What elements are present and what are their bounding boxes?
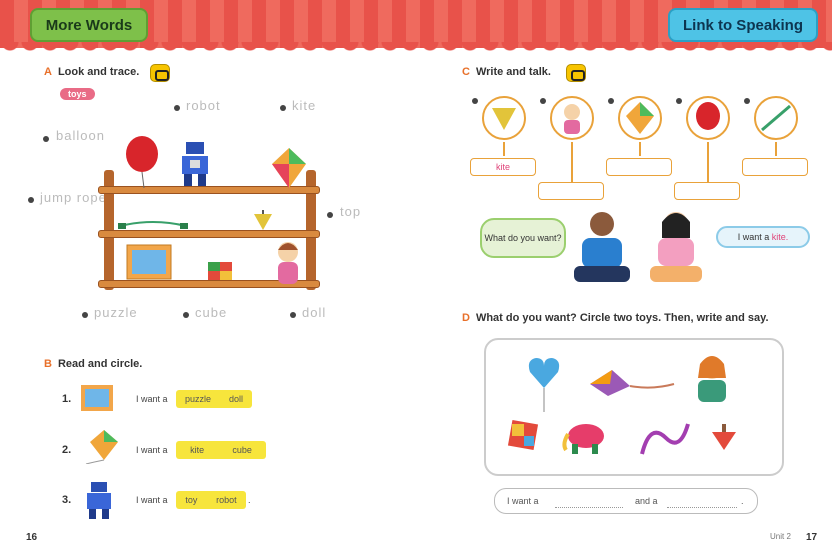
audio-icon[interactable] bbox=[566, 64, 586, 82]
cube-icon bbox=[208, 262, 232, 280]
bullet-dot bbox=[608, 98, 614, 104]
choice-option[interactable]: toy bbox=[185, 495, 197, 505]
connector-line bbox=[707, 142, 709, 182]
kite-icon bbox=[272, 148, 306, 188]
doll-picture bbox=[550, 96, 594, 140]
choice-option[interactable]: kite bbox=[190, 445, 204, 455]
trace-word-cube: cube bbox=[195, 305, 228, 320]
toy-elephant-icon[interactable] bbox=[562, 418, 608, 456]
bullet-dot bbox=[290, 312, 296, 318]
bullet-dot bbox=[744, 98, 750, 104]
page-number-left: 16 bbox=[26, 532, 38, 543]
write-line[interactable]: I want a and a . bbox=[494, 488, 758, 514]
choice-pair: toy robot bbox=[176, 491, 246, 509]
answer-box-5[interactable] bbox=[742, 158, 808, 176]
item-number: 3. bbox=[62, 494, 72, 506]
boy-illustration bbox=[574, 212, 630, 282]
sentence-start: I want a bbox=[136, 495, 168, 505]
puzzle-icon bbox=[126, 244, 172, 280]
toy-choice-panel bbox=[484, 338, 784, 476]
sentence-end: . bbox=[248, 495, 251, 505]
connector-line bbox=[503, 142, 505, 156]
audio-icon[interactable] bbox=[150, 64, 170, 82]
trace-word-puzzle: puzzle bbox=[94, 305, 138, 320]
bullet-dot bbox=[43, 136, 49, 142]
choice-option[interactable]: puzzle bbox=[185, 394, 211, 404]
trace-word-robot: robot bbox=[186, 98, 221, 113]
balloon-picture bbox=[686, 96, 730, 140]
bullet-dot bbox=[28, 197, 34, 203]
bullet-dot bbox=[82, 312, 88, 318]
answer-box-1[interactable]: kite bbox=[470, 158, 536, 176]
bullet-dot bbox=[280, 105, 286, 111]
section-a-heading: A Look and trace. bbox=[44, 66, 140, 78]
trace-word-doll: doll bbox=[302, 305, 327, 320]
answer-box-4[interactable] bbox=[674, 182, 740, 200]
kite-icon bbox=[85, 430, 118, 464]
section-d-heading: D What do you want? Circle two toys. Then… bbox=[462, 312, 769, 324]
choice-option[interactable]: cube bbox=[232, 445, 252, 455]
trace-word-balloon: balloon bbox=[56, 128, 105, 143]
bullet-dot bbox=[540, 98, 546, 104]
toys-pill: toys bbox=[60, 88, 95, 100]
top-icon bbox=[254, 210, 272, 230]
sentence-start: I want a bbox=[136, 394, 168, 404]
trace-word-top: top bbox=[340, 204, 362, 219]
trace-word-kite: kite bbox=[292, 98, 317, 113]
balloon-icon bbox=[126, 136, 158, 188]
bullet-dot bbox=[327, 212, 333, 218]
jump-rope-icon[interactable] bbox=[636, 418, 694, 458]
kite-icon[interactable] bbox=[586, 366, 676, 400]
answer-box-3[interactable] bbox=[606, 158, 672, 176]
trace-word-jump-rope: jump rope bbox=[40, 190, 107, 205]
item-number: 2. bbox=[62, 444, 72, 456]
connector-line bbox=[639, 142, 641, 156]
doll-icon bbox=[278, 242, 298, 284]
robot-icon bbox=[87, 482, 111, 519]
bullet-dot bbox=[676, 98, 682, 104]
section-c-heading: C Write and talk. bbox=[462, 66, 551, 78]
kite-picture bbox=[618, 96, 662, 140]
jump-rope-icon bbox=[118, 221, 188, 229]
choice-option[interactable]: doll bbox=[229, 394, 243, 404]
choice-pair: puzzle doll bbox=[176, 390, 252, 408]
bullet-dot bbox=[174, 105, 180, 111]
more-words-tab: More Words bbox=[30, 8, 148, 42]
connector-line bbox=[775, 142, 777, 156]
choice-pair: kite cube bbox=[176, 441, 266, 459]
spinning-top-icon[interactable] bbox=[710, 422, 738, 452]
unit-label: Unit 2 bbox=[770, 532, 791, 541]
boy-speech-bubble: What do you want? bbox=[480, 218, 566, 258]
rag-doll-icon[interactable] bbox=[690, 354, 734, 408]
girl-speech-bubble: I want a kite. bbox=[716, 226, 810, 248]
robot-icon bbox=[182, 142, 208, 186]
top-picture bbox=[482, 96, 526, 140]
puzzle-icon bbox=[81, 385, 113, 411]
section-b-heading: B Read and circle. bbox=[44, 358, 143, 370]
page-number-right: 17 bbox=[806, 532, 818, 543]
link-to-speaking-tab: Link to Speaking bbox=[668, 8, 818, 42]
cube-icon[interactable] bbox=[506, 418, 540, 454]
sentence-start: I want a bbox=[136, 445, 168, 455]
girl-illustration bbox=[650, 212, 702, 282]
choice-option[interactable]: robot bbox=[216, 495, 237, 505]
heart-balloon-icon[interactable] bbox=[526, 354, 562, 412]
bullet-dot bbox=[183, 312, 189, 318]
jump-rope-picture bbox=[754, 96, 798, 140]
answer-box-2[interactable] bbox=[538, 182, 604, 200]
item-number: 1. bbox=[62, 393, 72, 405]
connector-line bbox=[571, 142, 573, 182]
bullet-dot bbox=[472, 98, 478, 104]
